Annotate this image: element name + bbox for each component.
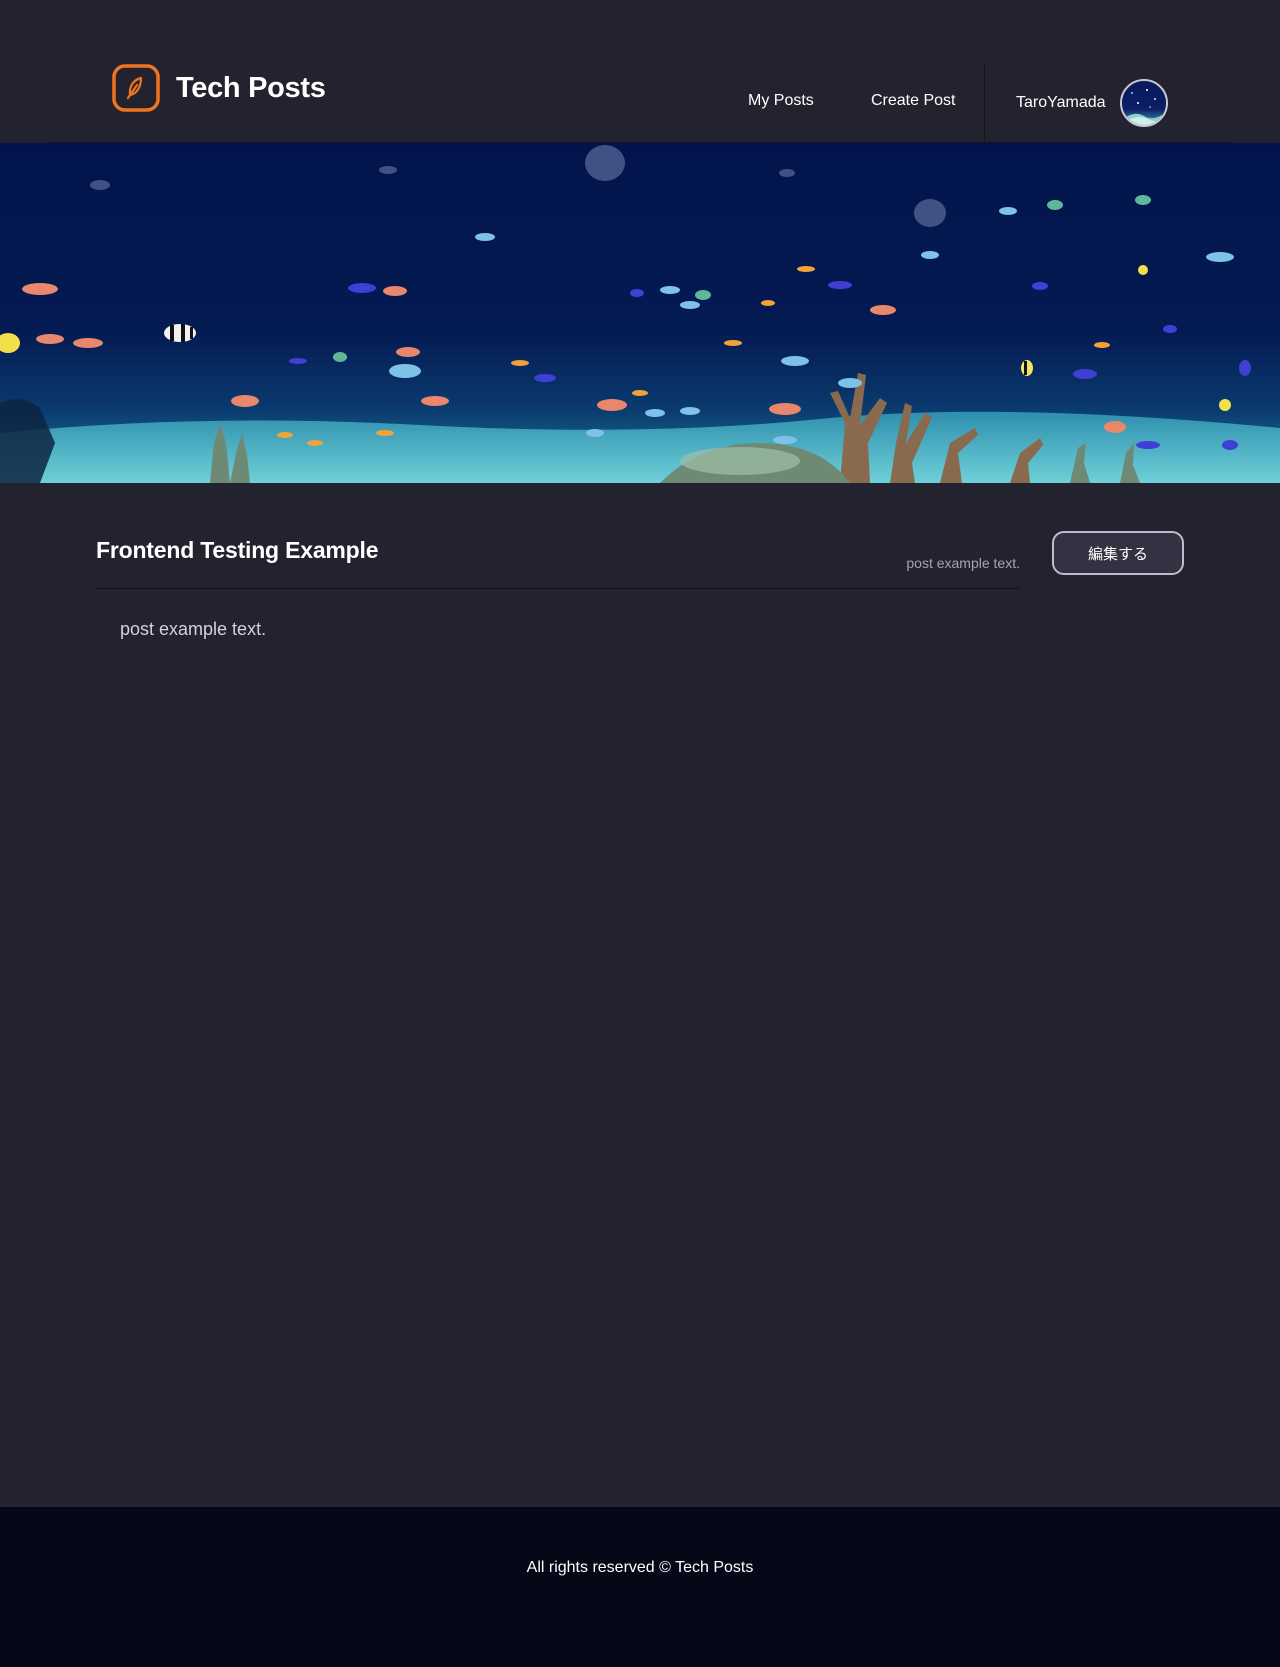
site-logo[interactable] xyxy=(112,64,160,112)
post-title: Frontend Testing Example xyxy=(96,537,379,563)
aquarium-image xyxy=(0,143,1280,483)
post-summary: post example text. xyxy=(906,555,1020,571)
edit-button[interactable]: 編集する xyxy=(1052,531,1184,575)
nav-my-posts[interactable]: My Posts xyxy=(748,90,814,112)
user-avatar[interactable] xyxy=(1120,79,1168,127)
site-header: Tech Posts My Posts Create Post TaroYama… xyxy=(0,0,1280,143)
site-footer: All rights reserved © Tech Posts xyxy=(0,1507,1280,1667)
nav-divider xyxy=(984,64,985,142)
footer-copyright: All rights reserved © Tech Posts xyxy=(526,1559,754,1576)
post-title-divider xyxy=(96,588,1020,589)
avatar-image xyxy=(1122,81,1166,125)
site-title[interactable]: Tech Posts xyxy=(176,70,326,106)
user-name[interactable]: TaroYamada xyxy=(1016,92,1106,114)
hero-banner xyxy=(0,143,1280,483)
post-body: post example text. xyxy=(120,619,267,639)
page: Tech Posts My Posts Create Post TaroYama… xyxy=(0,0,1280,1667)
feather-icon xyxy=(112,64,160,112)
nav-create-post[interactable]: Create Post xyxy=(871,90,955,112)
